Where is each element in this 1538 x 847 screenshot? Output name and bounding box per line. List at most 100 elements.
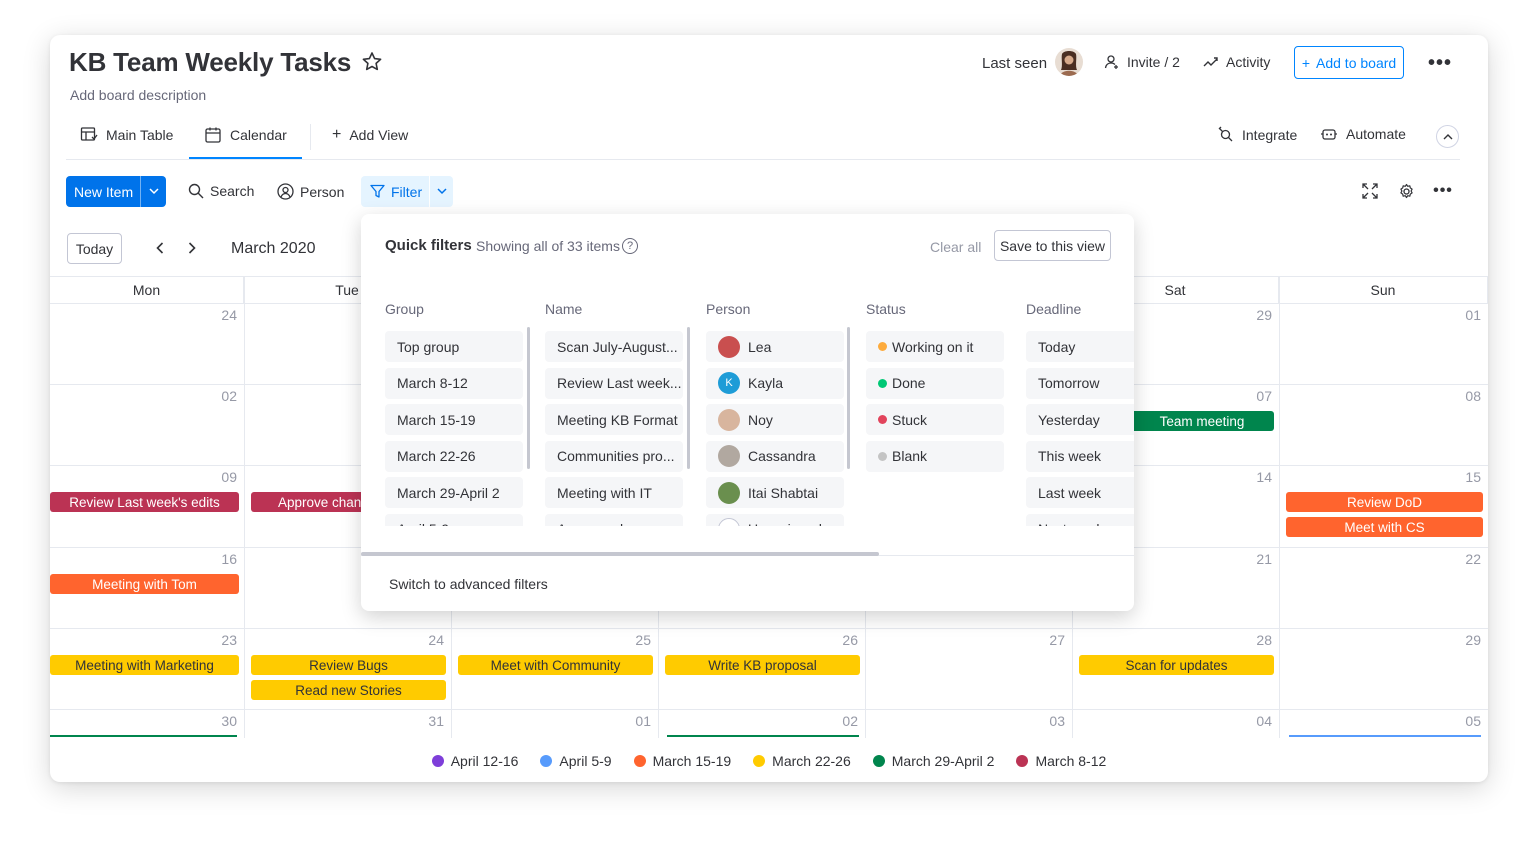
filter-column-name: Name Scan July-August... Review Last week.… xyxy=(545,301,683,526)
chevron-down-icon[interactable] xyxy=(140,176,166,207)
activity-button[interactable]: Activity xyxy=(1203,54,1270,70)
filter-option[interactable]: March 29-April 2 xyxy=(385,477,523,509)
filter-option[interactable]: April 5-9 xyxy=(385,513,523,526)
filter-option[interactable]: Review Last week... xyxy=(545,367,683,399)
calendar-event[interactable]: Meeting with Marketing xyxy=(50,655,239,675)
filter-option[interactable]: Last week xyxy=(1026,477,1134,509)
avatar[interactable] xyxy=(1055,48,1083,76)
date-number: 27 xyxy=(1049,632,1065,648)
tab-calendar[interactable]: Calendar xyxy=(204,126,287,144)
filter-column-title: Name xyxy=(545,301,583,317)
filter-option[interactable]: Lea xyxy=(706,331,844,362)
filter-option[interactable]: Itai Shabtai xyxy=(706,477,844,509)
filter-option[interactable]: This week xyxy=(1026,440,1134,472)
filter-option-label: Itai Shabtai xyxy=(748,484,819,501)
date-number: 14 xyxy=(1256,469,1272,485)
date-number: 24 xyxy=(428,632,444,648)
filter-option[interactable]: Today xyxy=(1026,331,1134,362)
horizontal-scrollbar[interactable] xyxy=(361,552,879,556)
advanced-filters-link[interactable]: Switch to advanced filters xyxy=(389,576,548,592)
filter-option[interactable]: March 22-26 xyxy=(385,440,523,472)
calendar-event[interactable]: Write KB proposal xyxy=(665,655,860,675)
column-scrollbar[interactable] xyxy=(687,327,690,469)
chevron-down-icon[interactable] xyxy=(429,176,453,207)
date-number: 05 xyxy=(1465,713,1481,729)
legend-item: March 8-12 xyxy=(1016,753,1106,769)
filter-option[interactable]: Communities pro... xyxy=(545,440,683,472)
calendar-event[interactable]: Scan for updates xyxy=(1079,655,1274,675)
filter-option-label: March 8-12 xyxy=(397,375,468,392)
legend-item: March 22-26 xyxy=(753,753,851,769)
add-to-board-button[interactable]: + Add to board xyxy=(1294,46,1404,79)
filter-option-label: Blank xyxy=(892,448,928,465)
filter-button[interactable]: Filter xyxy=(361,176,453,207)
invite-button[interactable]: Invite / 2 xyxy=(1104,54,1180,70)
filter-option[interactable]: Cassandra xyxy=(706,440,844,472)
filter-option[interactable]: Meeting with IT xyxy=(545,477,683,509)
filter-option[interactable]: March 8-12 xyxy=(385,367,523,399)
integrate-button[interactable]: Integrate xyxy=(1217,126,1297,143)
grid-line xyxy=(1279,276,1280,738)
collapse-header-button[interactable] xyxy=(1436,125,1459,148)
calendar-event[interactable]: Meet with Community xyxy=(458,655,653,675)
filter-option[interactable]: Noy xyxy=(706,404,844,436)
settings-gear-icon[interactable] xyxy=(1395,180,1417,202)
save-to-view-button[interactable]: Save to this view xyxy=(994,230,1111,261)
tab-main-table[interactable]: Main Table xyxy=(80,126,173,144)
next-month-icon[interactable] xyxy=(183,238,201,258)
filter-option[interactable]: Done xyxy=(866,367,1004,399)
automate-button[interactable]: Automate xyxy=(1320,126,1406,142)
date-number: 26 xyxy=(842,632,858,648)
activity-label: Activity xyxy=(1226,54,1271,70)
filter-option[interactable]: Scan July-August... xyxy=(545,331,683,362)
today-button[interactable]: Today xyxy=(67,233,122,264)
tab-add-view[interactable]: + Add View xyxy=(332,126,408,144)
calendar-event[interactable]: Meeting with Tom xyxy=(50,574,239,594)
person-filter-button[interactable]: Person xyxy=(277,183,344,200)
date-number: 31 xyxy=(428,713,444,729)
filter-option[interactable]: Yesterday xyxy=(1026,404,1134,436)
calendar-event[interactable]: Read new Stories xyxy=(251,680,446,700)
fullscreen-icon[interactable] xyxy=(1359,180,1381,202)
search-button[interactable]: Search xyxy=(188,183,254,199)
calendar-event[interactable]: Review DoD xyxy=(1286,492,1483,512)
new-item-button[interactable]: New Item xyxy=(66,176,166,207)
grid-line xyxy=(50,628,1488,629)
star-icon[interactable] xyxy=(360,50,384,74)
person-add-icon xyxy=(1104,55,1118,69)
calendar-event[interactable]: Meet with CS xyxy=(1286,517,1483,537)
tab-label: Add View xyxy=(349,127,409,143)
person-icon xyxy=(277,183,294,200)
table-icon xyxy=(80,127,98,141)
more-options-icon[interactable]: ••• xyxy=(1432,180,1454,202)
filter-option-label: Communities pro... xyxy=(557,448,675,465)
filter-option[interactable]: K Kayla xyxy=(706,367,844,399)
filter-option[interactable]: Tomorrow xyxy=(1026,367,1134,399)
filter-option[interactable]: Unassigned xyxy=(706,513,844,526)
more-options-icon[interactable]: ••• xyxy=(1428,52,1452,75)
filter-option[interactable]: March 15-19 xyxy=(385,404,523,436)
prev-month-icon[interactable] xyxy=(151,238,169,258)
grid-line xyxy=(244,276,245,738)
filter-option[interactable]: Blank xyxy=(866,440,1004,472)
filter-option[interactable]: Next week xyxy=(1026,513,1134,526)
filter-option[interactable]: Top group xyxy=(385,331,523,362)
board-description[interactable]: Add board description xyxy=(70,87,206,103)
filter-option-label: Noy xyxy=(748,411,773,428)
filter-option[interactable]: Stuck xyxy=(866,404,1004,436)
calendar-event[interactable]: Team meeting xyxy=(1130,411,1274,431)
filter-option[interactable]: Meeting KB Format xyxy=(545,404,683,436)
filter-option[interactable]: Working on it xyxy=(866,331,1004,362)
date-number: 09 xyxy=(221,469,237,485)
calendar-event[interactable]: Review Bugs xyxy=(251,655,446,675)
calendar-event[interactable]: Review Last week's edits xyxy=(50,492,239,512)
board-title[interactable]: KB Team Weekly Tasks xyxy=(69,47,351,78)
search-icon xyxy=(188,183,204,199)
column-scrollbar[interactable] xyxy=(847,327,850,469)
activity-icon xyxy=(1203,57,1218,67)
date-number: 22 xyxy=(1465,551,1481,567)
help-icon[interactable]: ? xyxy=(622,238,638,254)
clear-all-button[interactable]: Clear all xyxy=(930,239,981,255)
column-scrollbar[interactable] xyxy=(527,327,530,469)
filter-option[interactable]: Approve changes xyxy=(545,513,683,526)
